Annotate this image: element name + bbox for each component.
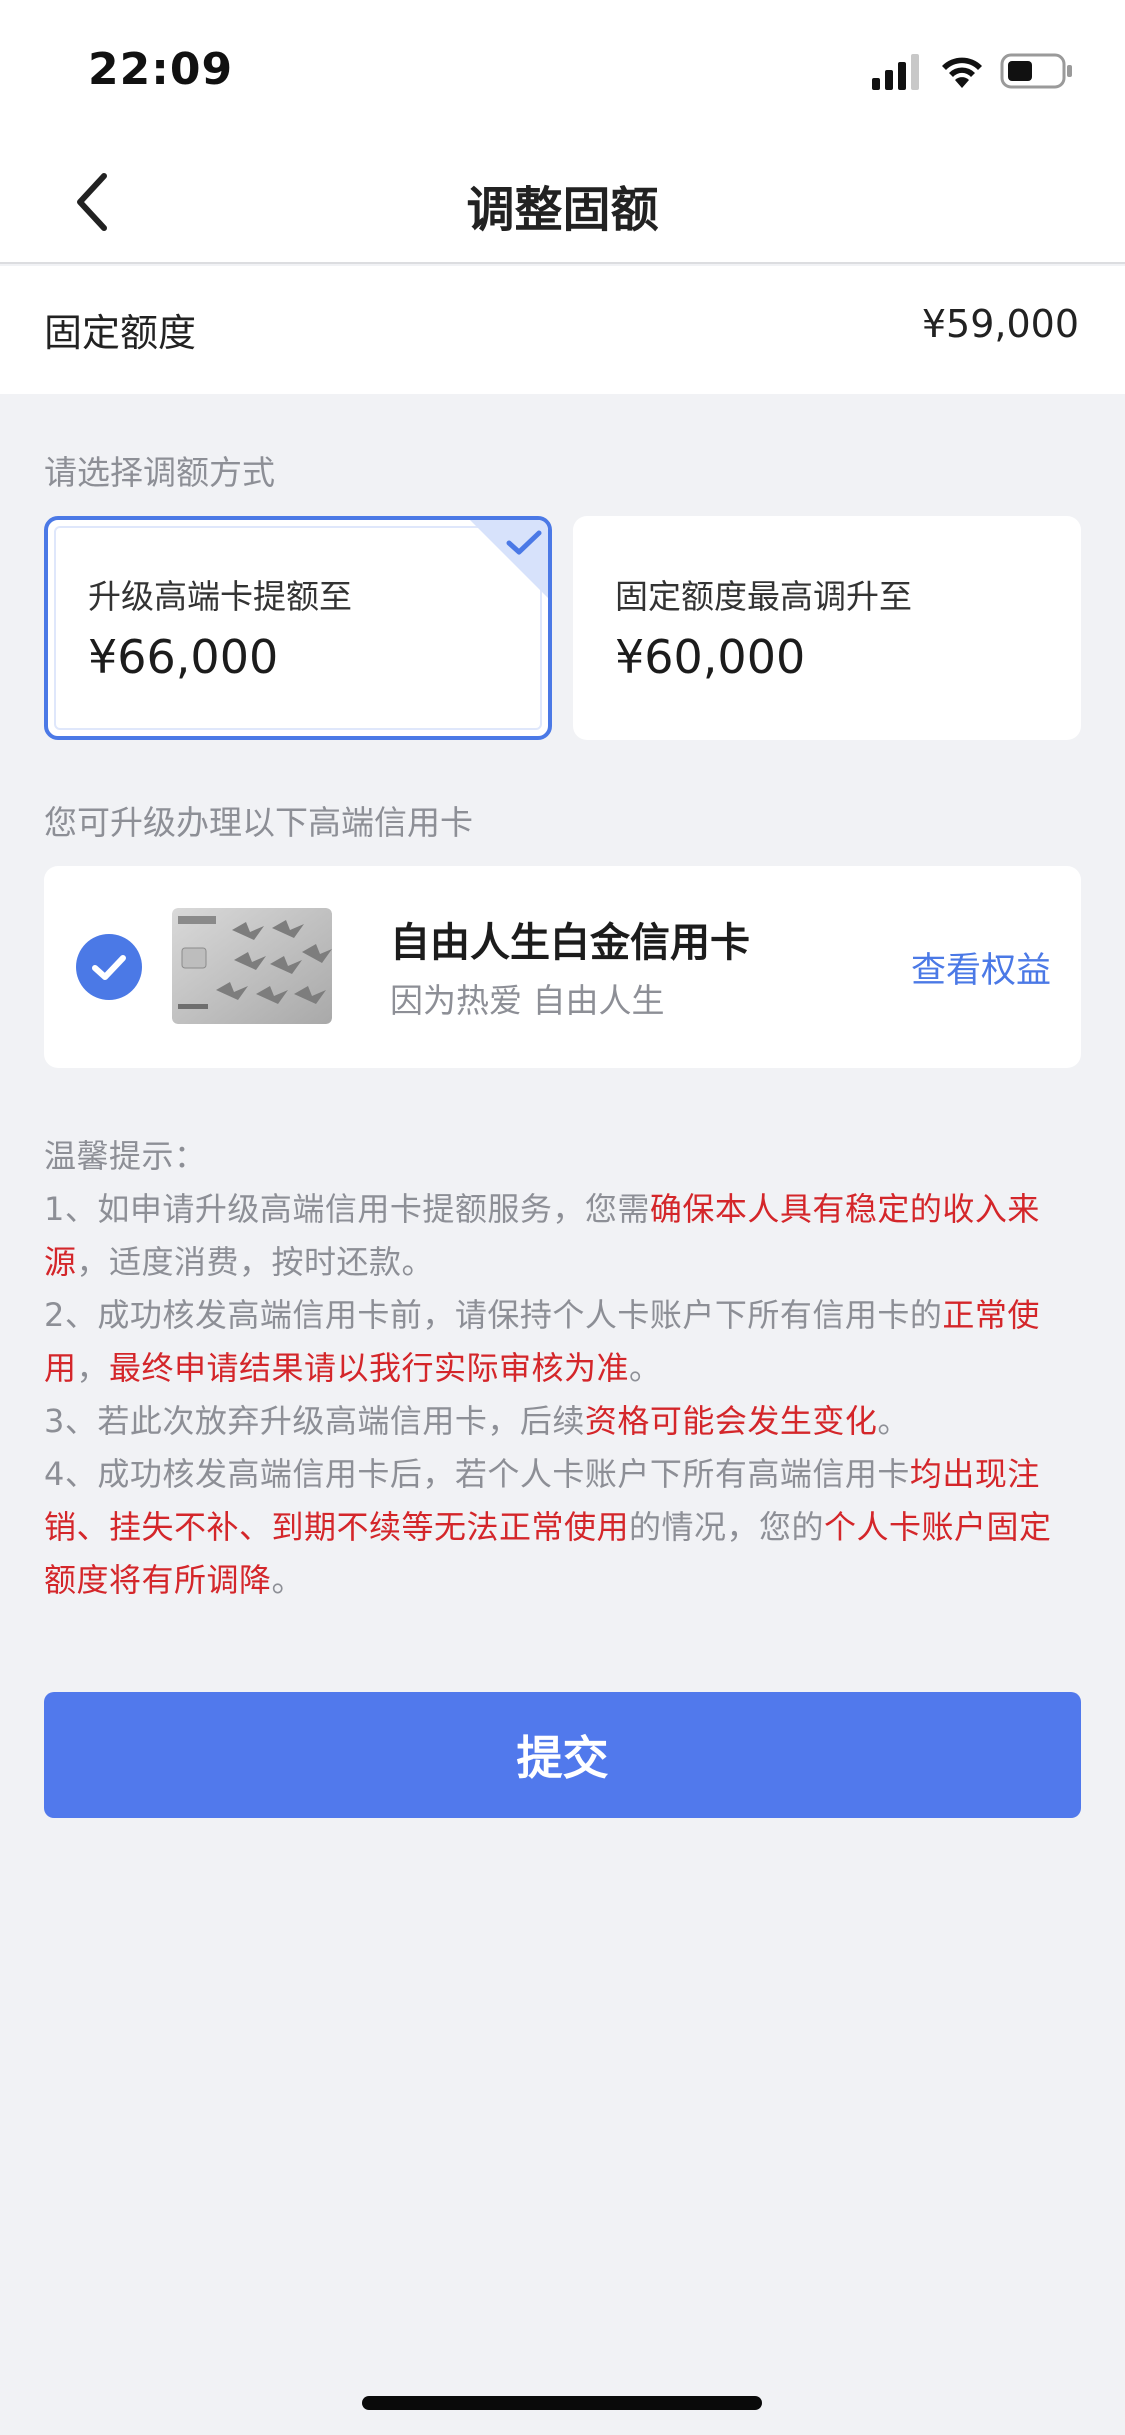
tip-line-2: 2、成功核发高端信用卡前，请保持个人卡账户下所有信用卡的正常使用，最终申请结果请… xyxy=(44,1289,1084,1395)
tip-text: 。 xyxy=(271,1561,305,1599)
fixed-amount-row: 固定额度 ¥59,000 xyxy=(0,266,1125,394)
page-title: 调整固额 xyxy=(466,182,659,238)
option-amount: ¥66,000 xyxy=(88,630,279,684)
home-indicator xyxy=(362,2396,762,2410)
tip-text: 4、成功核发高端信用卡后，若个人卡账户下所有高端信用卡 xyxy=(44,1455,910,1493)
select-method-label: 请选择调额方式 xyxy=(44,453,275,492)
tip-text: 1、如申请升级高端信用卡提额服务，您需 xyxy=(44,1190,650,1228)
tip-highlight: 最终申请结果请以我行实际审核为准 xyxy=(109,1349,630,1387)
option-title: 升级高端卡提额至 xyxy=(88,577,352,616)
submit-button[interactable]: 提交 xyxy=(44,1692,1081,1818)
tip-text: 2、成功核发高端信用卡前，请保持个人卡账户下所有信用卡的 xyxy=(44,1296,943,1334)
checkmark-icon xyxy=(92,955,126,980)
tips-section: 温馨提示： 1、如申请升级高端信用卡提额服务，您需确保本人具有稳定的收入来源，适… xyxy=(44,1130,1084,1607)
checkmark-icon xyxy=(506,530,542,555)
nav-bar: 调整固额 xyxy=(0,140,1125,264)
tips-title: 温馨提示： xyxy=(44,1137,207,1175)
cellular-signal-icon xyxy=(872,54,919,90)
fixed-amount-value: ¥59,000 xyxy=(921,302,1079,346)
view-benefits-link[interactable]: 查看权益 xyxy=(911,942,1051,993)
option-upgrade-card[interactable]: 升级高端卡提额至 ¥66,000 xyxy=(44,516,552,740)
option-inner-border xyxy=(54,526,542,730)
tip-highlight: 资格可能会发生变化 xyxy=(584,1402,878,1440)
status-bar: 22:09 xyxy=(0,0,1125,140)
tip-text: ，适度消费，按时还款。 xyxy=(76,1243,435,1281)
option-fixed-raise-card[interactable]: 固定额度最高调升至 ¥60,000 xyxy=(573,516,1081,740)
radio-checked-icon[interactable] xyxy=(76,934,142,1000)
wifi-icon xyxy=(942,57,982,88)
credit-card-image xyxy=(172,908,332,1024)
tip-line-4: 4、成功核发高端信用卡后，若个人卡账户下所有高端信用卡均出现注销、挂失不补、到期… xyxy=(44,1448,1084,1607)
tip-text: 3、若此次放弃升级高端信用卡，后续 xyxy=(44,1402,585,1440)
upgrade-label: 您可升级办理以下高端信用卡 xyxy=(44,803,473,842)
option-amount: ¥60,000 xyxy=(615,630,806,684)
tip-text: 的情况，您的 xyxy=(629,1508,825,1546)
credit-card-row[interactable]: 自由人生白金信用卡 因为热爱 自由人生 查看权益 xyxy=(44,866,1081,1068)
battery-icon xyxy=(1000,53,1072,89)
card-slogan: 因为热爱 自由人生 xyxy=(390,981,665,1020)
tip-line-1: 1、如申请升级高端信用卡提额服务，您需确保本人具有稳定的收入来源，适度消费，按时… xyxy=(44,1183,1084,1289)
tip-text: ， xyxy=(76,1349,110,1387)
option-title: 固定额度最高调升至 xyxy=(615,577,912,616)
tip-line-3: 3、若此次放弃升级高端信用卡，后续资格可能会发生变化。 xyxy=(44,1395,1084,1448)
tip-text: 。 xyxy=(629,1349,662,1387)
fixed-amount-label: 固定额度 xyxy=(44,311,197,355)
tip-text: 。 xyxy=(877,1402,910,1440)
page: 22:09 调整固额 固定额度 ¥59,000 请选择调额方式 升级高端卡提额至… xyxy=(0,0,1125,2435)
status-time: 22:09 xyxy=(88,44,234,95)
card-name: 自由人生白金信用卡 xyxy=(390,920,750,966)
